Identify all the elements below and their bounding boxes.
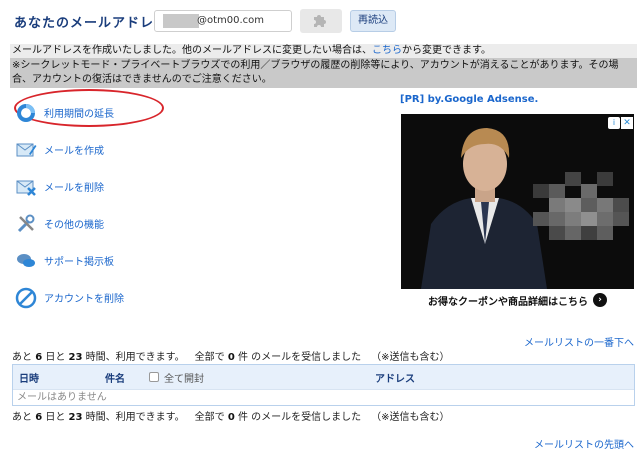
ad-close-icon[interactable]: ✕	[621, 117, 633, 129]
menu-label: その他の機能	[44, 220, 104, 231]
ad-caption-text: お得なクーポンや商品詳細はこちら	[428, 296, 588, 308]
menu-item-tools[interactable]: その他の機能	[14, 205, 214, 242]
col-subject: 件名	[105, 373, 125, 385]
status-line-bottom: あと 6 日と 23 時間、利用できます。 全部で 0 件 のメールを受信しました…	[12, 412, 450, 423]
compose-icon	[14, 138, 38, 162]
jump-top-link[interactable]: メールリストの先頭へ	[534, 436, 634, 451]
notice-text: メールアドレスを作成いたしました。他のメールアドレスに変更したい場合は、	[12, 45, 372, 56]
menu-label: メールを削除	[44, 183, 104, 194]
mail-table-header: 日時 件名 全て開封 アドレス	[13, 365, 634, 389]
email-address-field[interactable]: @otm00.com	[154, 10, 292, 32]
side-menu: 利用期間の延長 メールを作成 メールを削除 その他の機能 サポート掲示板 アカウ…	[14, 94, 214, 316]
delete-mail-icon	[14, 175, 38, 199]
menu-label: メールを作成	[44, 146, 104, 157]
menu-item-extend[interactable]: 利用期間の延長	[14, 94, 214, 131]
menu-label: アカウントを削除	[44, 294, 124, 305]
open-all-toggle[interactable]: 全て開封	[149, 370, 369, 385]
change-address-link[interactable]: こちら	[372, 45, 402, 56]
menu-label: 利用期間の延長	[44, 109, 114, 120]
redacted-mask	[163, 14, 199, 28]
menu-item-compose[interactable]: メールを作成	[14, 131, 214, 168]
ad-banner[interactable]: i ✕ お得なクーポンや商品詳細はこちら ›	[401, 114, 634, 311]
menu-item-support[interactable]: サポート掲示板	[14, 242, 214, 279]
mail-address-label: あなたのメールアドレス	[14, 16, 169, 31]
ad-label: [PR] by.Google Adsense.	[400, 94, 539, 105]
ad-caption[interactable]: お得なクーポンや商品詳細はこちら ›	[401, 289, 634, 311]
col-date: 日時	[19, 373, 39, 385]
ad-image	[401, 114, 634, 289]
reload-button[interactable]: 再読込	[350, 10, 396, 32]
menu-item-delete-account[interactable]: アカウントを削除	[14, 279, 214, 316]
header: あなたのメールアドレス @otm00.com 再読込	[0, 0, 640, 44]
puzzle-icon	[311, 10, 331, 33]
open-all-label: 全て開封	[164, 373, 204, 385]
tools-icon	[14, 212, 38, 236]
menu-item-delete-mail[interactable]: メールを削除	[14, 168, 214, 205]
chat-icon	[14, 249, 38, 273]
notice-created: メールアドレスを作成いたしました。他のメールアドレスに変更したい場合は、こちらか…	[10, 44, 637, 58]
notice-text-end: から変更できます。	[402, 45, 491, 56]
col-address: アドレス	[375, 373, 415, 385]
puzzle-button[interactable]	[300, 9, 342, 33]
delete-account-icon	[14, 286, 38, 310]
status-line-top: あと 6 日と 23 時間、利用できます。 全部で 0 件 のメールを受信しました…	[12, 352, 450, 363]
extend-icon	[14, 101, 38, 125]
notice-warning: ※シークレットモード・プライベートブラウズでの利用／ブラウザの履歴の削除等により…	[10, 58, 637, 88]
jump-bottom-link[interactable]: メールリストの一番下へ	[524, 334, 634, 349]
email-address-value: @otm00.com	[197, 15, 265, 26]
chevron-right-icon: ›	[593, 293, 607, 307]
menu-label: サポート掲示板	[44, 257, 114, 268]
ad-info-icon[interactable]: i	[608, 117, 620, 129]
open-all-checkbox[interactable]	[149, 372, 159, 382]
empty-message: メールはありません	[13, 389, 634, 405]
mail-table: 日時 件名 全て開封 アドレス メールはありません	[12, 364, 635, 406]
